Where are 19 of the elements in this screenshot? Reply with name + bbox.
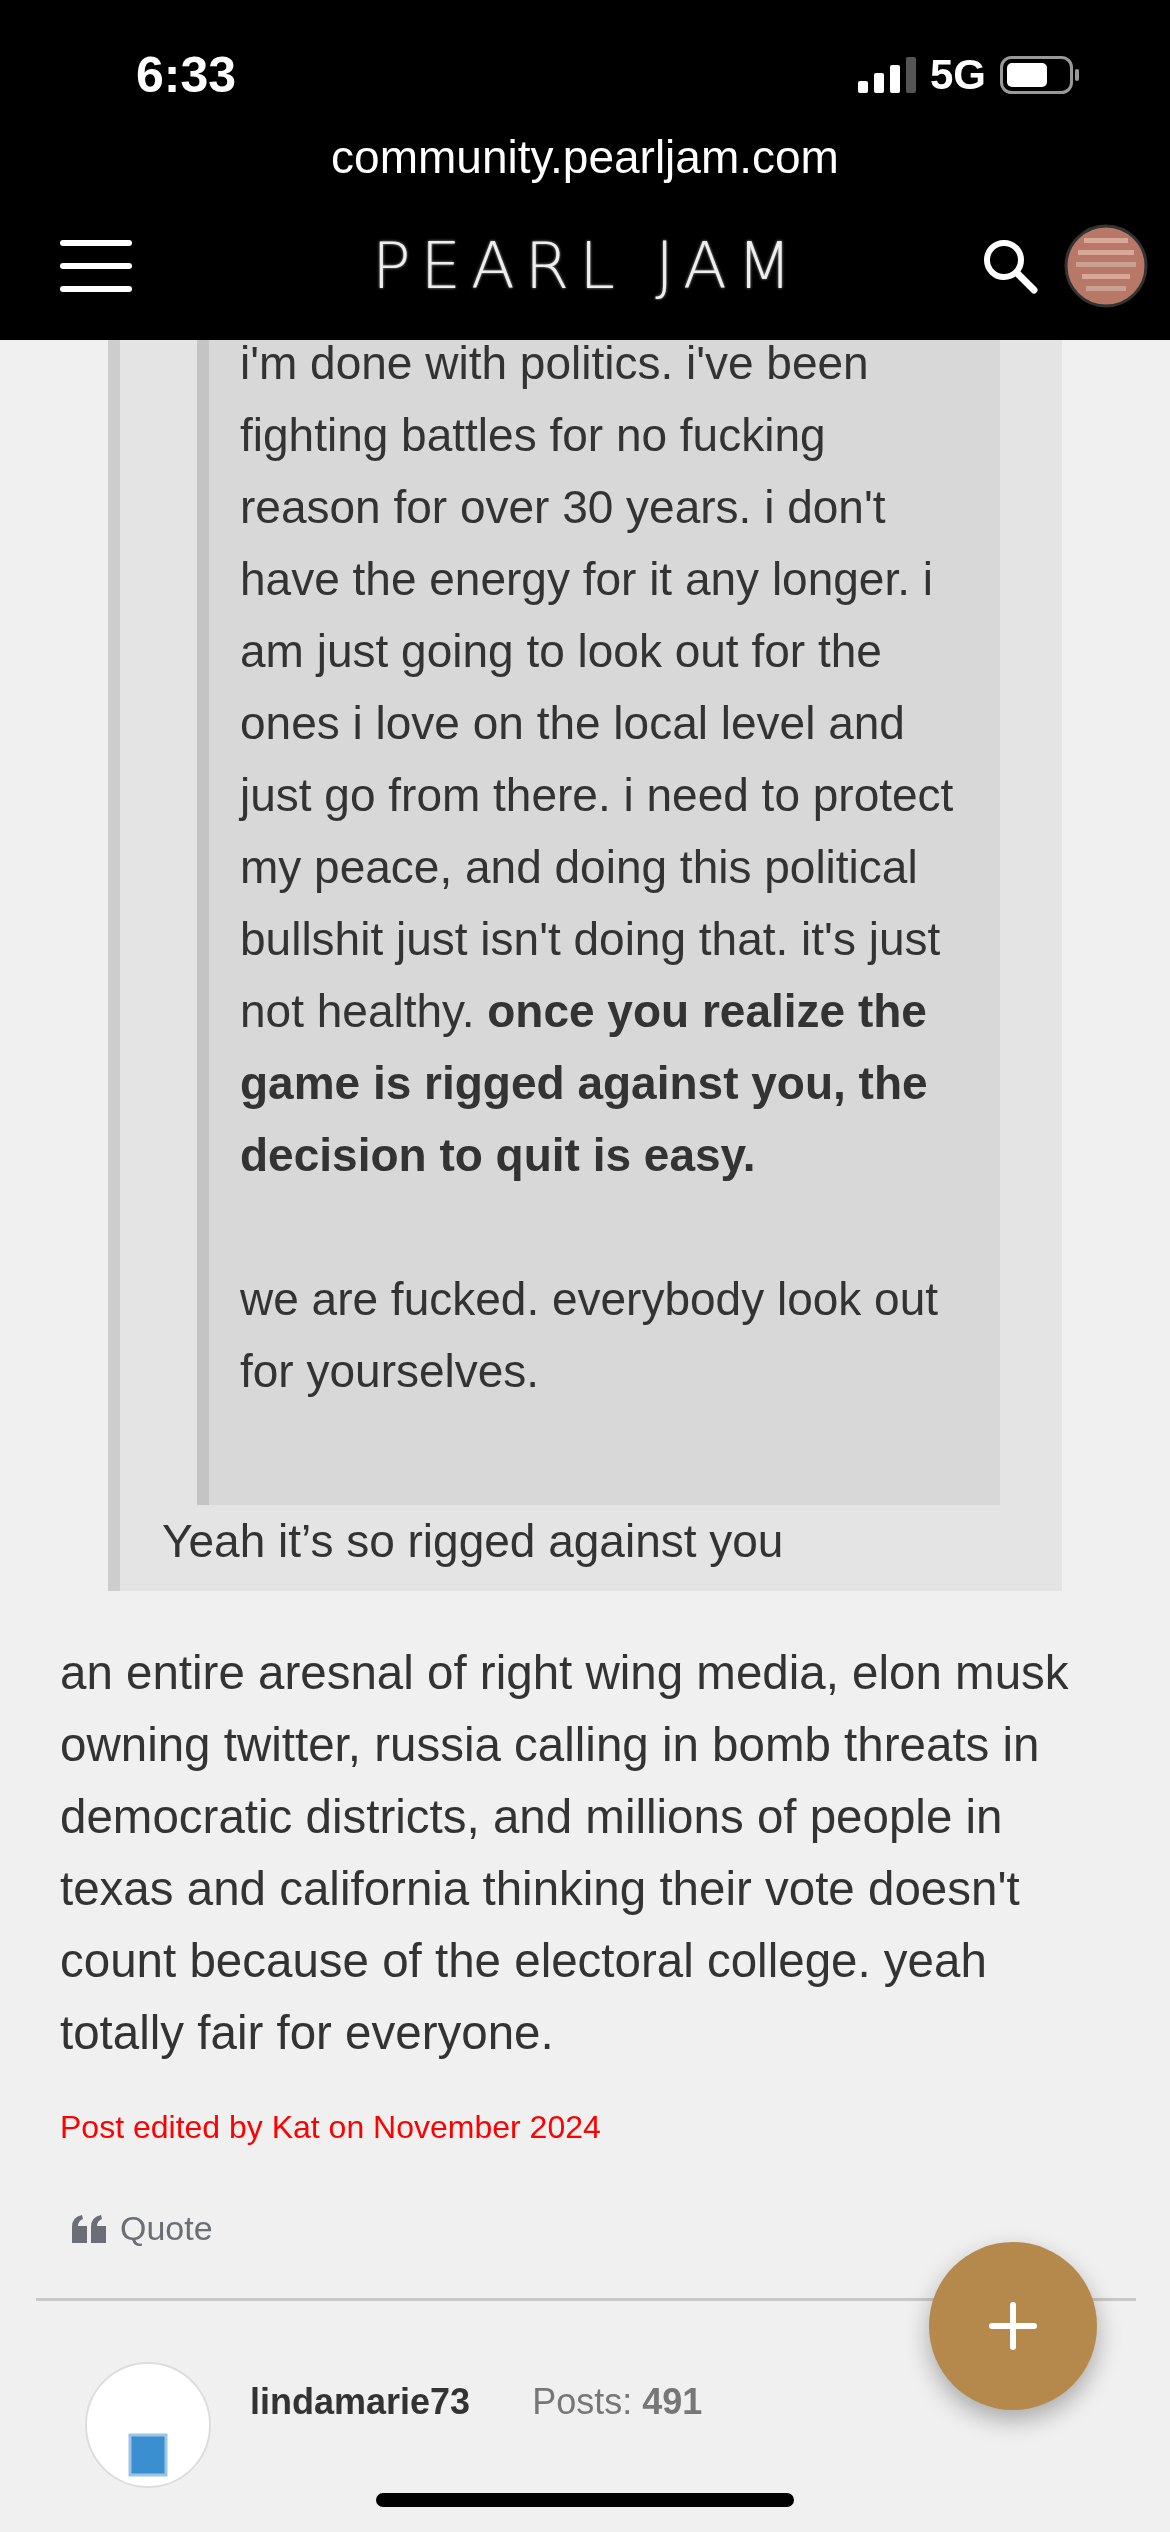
plus-icon (989, 2302, 1037, 2350)
network-label: 5G (929, 51, 986, 99)
author-name[interactable]: lindamarie73 (250, 2381, 471, 2423)
url-text[interactable]: community.pearljam.com (331, 130, 839, 184)
menu-icon[interactable] (60, 240, 132, 292)
edit-note: Post edited by Kat on November 2024 (60, 2108, 602, 2147)
signal-icon (857, 57, 916, 93)
post-body: an entire aresnal of right wing media, elon musk owning twitter, russia calling in bomb threats in democratic districts, and millions of people in texas and california thinking their vote doesn't count because of the electoral college. yeah totally fair for everyone. (60, 1645, 1070, 2061)
quote-text: Yeah it’s so rigged against you (162, 1514, 785, 1569)
status-time: 6:33 (136, 46, 237, 104)
post-count: Posts: 491 (532, 2381, 703, 2423)
quote-paragraph: we are fucked. everybody look out for yourselves. (240, 1272, 940, 1399)
quote-paragraph: i'm done with politics. i've been fighting battles for no fucking reason for over 30 years. i don't have the energy for it any longer. i am just going to look out for the ones i love on the local level and just go from there. i need to protect my peace, and doing this political bullshit just isn't doing that. it's just not healthy. once you realize the game is rigged against you, the decision to quit is easy. (240, 340, 955, 1183)
quote-button[interactable]: Quote (72, 2209, 213, 2248)
logo[interactable]: PEARL JAM (252, 229, 922, 303)
battery-icon (1000, 56, 1080, 94)
avatar-icon (84, 2361, 212, 2489)
search-icon[interactable] (982, 238, 1038, 294)
quote-icon (72, 2214, 106, 2243)
